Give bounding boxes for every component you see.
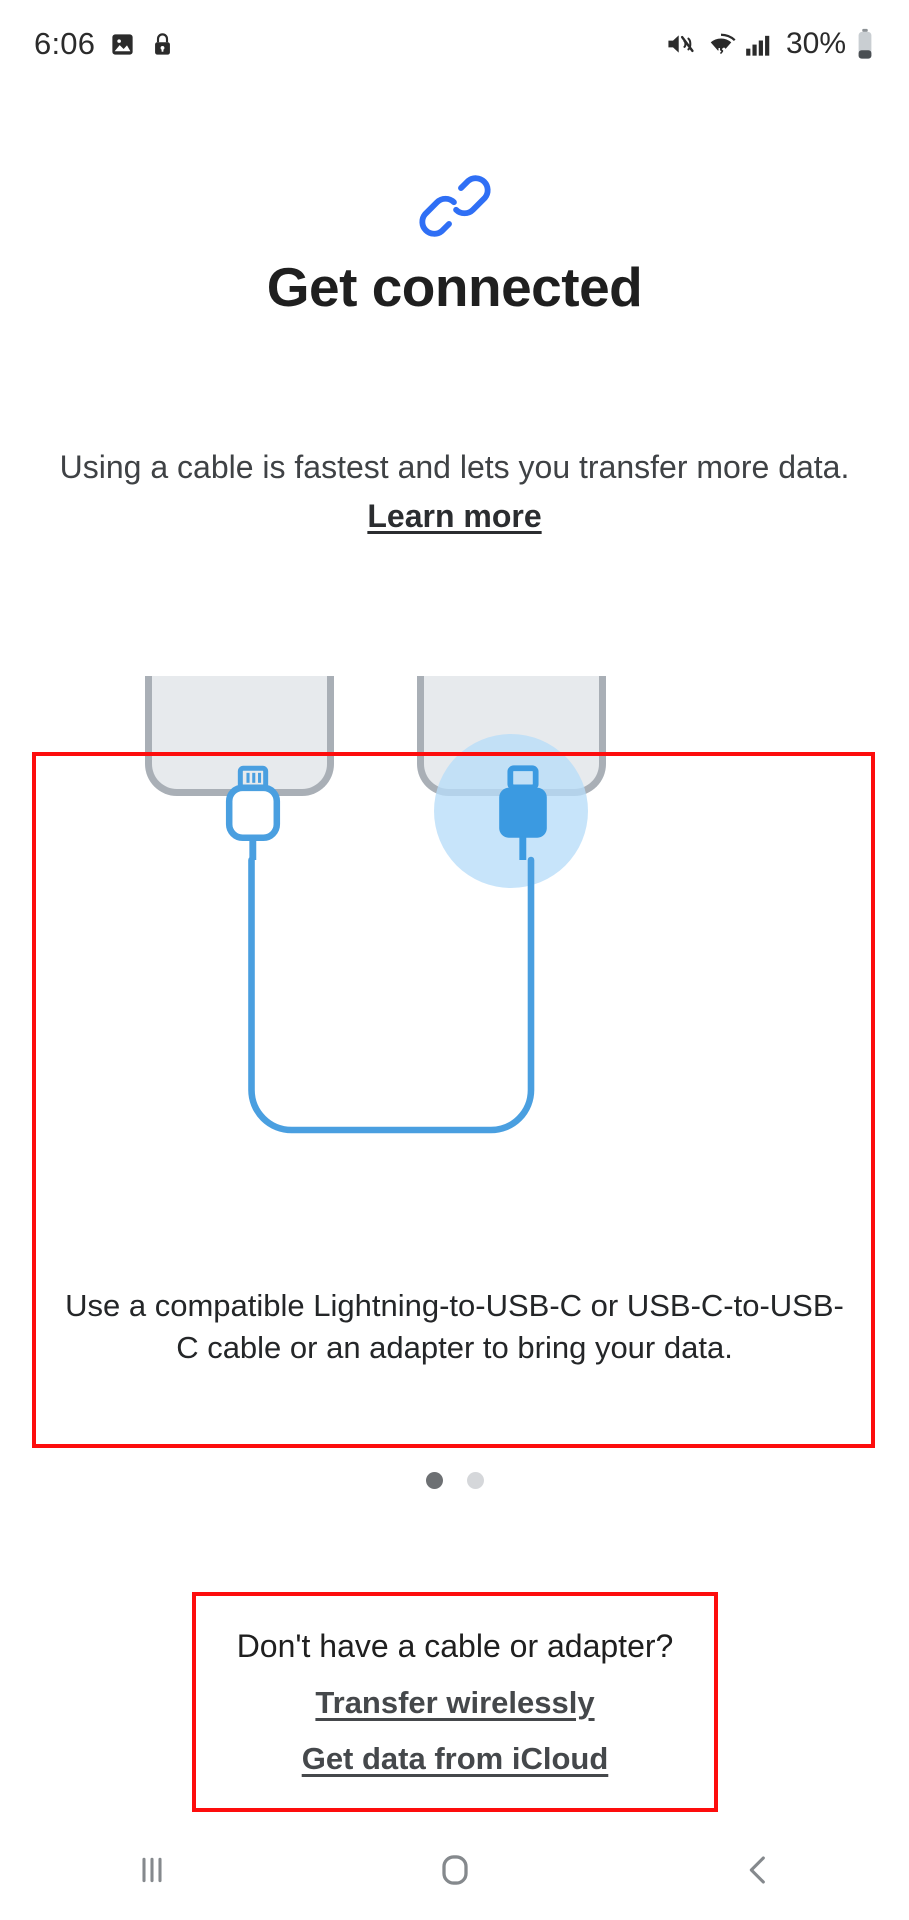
status-bar: 6:06 30% <box>0 0 909 88</box>
cellular-signal-icon <box>745 31 773 57</box>
bottom-links-section: Don't have a cable or adapter? Transfer … <box>192 1592 718 1812</box>
link-icon-container <box>0 168 909 249</box>
card-caption: Use a compatible Lightning-to-USB-C or U… <box>65 1288 844 1365</box>
battery-percent-label: 30% <box>785 27 846 60</box>
page-subtitle-text: Using a cable is fastest and lets you tr… <box>59 449 850 485</box>
page-dot-2[interactable] <box>466 1472 484 1489</box>
page-subtitle: Using a cable is fastest and lets you tr… <box>50 443 859 541</box>
recents-icon[interactable] <box>92 1830 212 1910</box>
mute-icon <box>665 30 697 58</box>
page-indicator[interactable] <box>0 1472 909 1489</box>
battery-icon <box>855 28 875 60</box>
back-icon[interactable] <box>698 1830 818 1910</box>
status-bar-left: 6:06 <box>34 26 175 62</box>
learn-more-link[interactable]: Learn more <box>367 498 541 534</box>
page-dot-1[interactable] <box>425 1472 443 1489</box>
lock-icon <box>150 31 175 58</box>
no-cable-question: Don't have a cable or adapter? <box>236 1627 674 1664</box>
home-icon[interactable] <box>395 1830 515 1910</box>
cable-connection-illustration <box>36 676 871 1316</box>
image-icon <box>109 31 136 58</box>
page-title: Get connected <box>266 256 643 318</box>
link-icon <box>417 168 493 249</box>
wifi-icon <box>706 30 736 58</box>
status-time: 6:06 <box>34 26 96 61</box>
cable-graphic <box>36 814 871 1239</box>
status-bar-right: 30% <box>665 27 875 61</box>
system-navigation-bar <box>0 1820 909 1920</box>
get-data-from-icloud-link[interactable]: Get data from iCloud <box>302 1741 609 1777</box>
transfer-wirelessly-link[interactable]: Transfer wirelessly <box>315 1685 594 1721</box>
